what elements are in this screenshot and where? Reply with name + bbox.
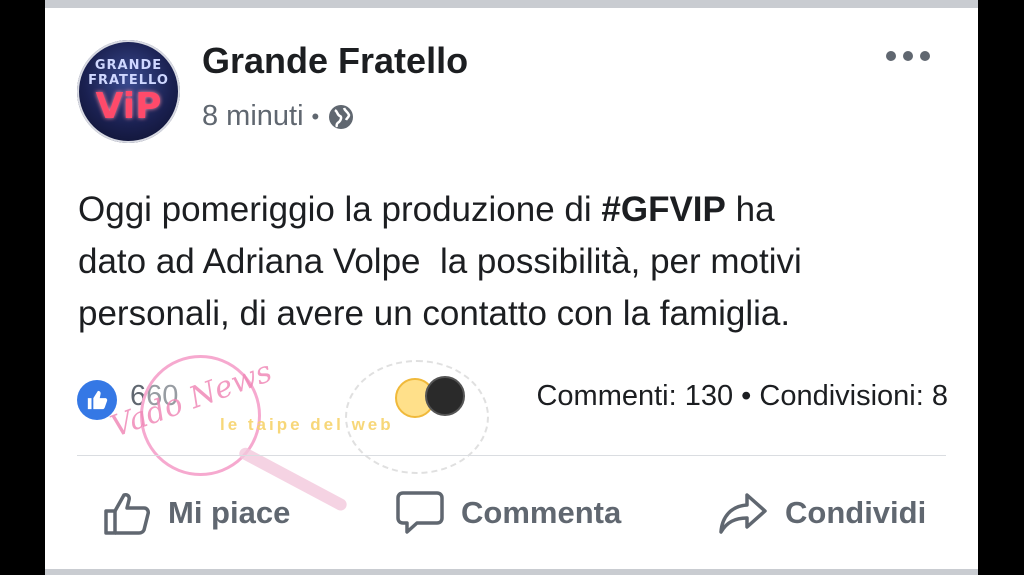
more-dot [903,51,913,61]
more-dot [886,51,896,61]
comment-button[interactable]: Commenta [395,488,621,538]
post-timestamp[interactable]: 8 minuti [202,100,304,133]
share-button-label: Condividi [785,495,927,530]
like-button-label: Mi piace [168,495,291,530]
post-text-part-1: Oggi pomeriggio la produzione di [78,190,602,229]
comment-bubble-icon [396,491,444,534]
page-avatar[interactable]: GRANDE FRATELLO ViP [77,40,180,143]
avatar-logo-text-1: GRANDE [94,57,163,73]
page-name-link[interactable]: Grande Fratello [202,40,468,82]
more-dot [920,51,930,61]
post-text: Oggi pomeriggio la produzione di #GFVIP … [78,184,958,340]
globe-icon [327,103,355,131]
watermark-ribbon-text: le taipe del web [220,415,394,434]
hashtag-link[interactable]: #GFVIP [601,190,725,229]
bottom-separator [45,569,978,575]
post-meta: 8 minuti • [202,100,355,133]
thumbs-up-icon [104,493,150,535]
post-card: GRANDE FRATELLO ViP Grande Fratello 8 mi… [45,0,978,575]
more-options-icon[interactable] [886,44,930,68]
share-button[interactable]: Condividi [717,488,926,538]
comment-button-label: Commenta [461,495,622,530]
comments-shares-count[interactable]: Commenti: 130 • Condivisioni: 8 [536,380,948,413]
like-button[interactable]: Mi piace [102,488,290,538]
actions-divider [77,455,946,456]
avatar-logo-text-2: FRATELLO [88,72,169,88]
watermark-cartoon-icon [425,376,465,416]
share-arrow-icon [719,493,767,534]
meta-separator: • [311,103,320,129]
top-separator [45,0,978,8]
avatar-logo-text-3: ViP [95,85,162,127]
